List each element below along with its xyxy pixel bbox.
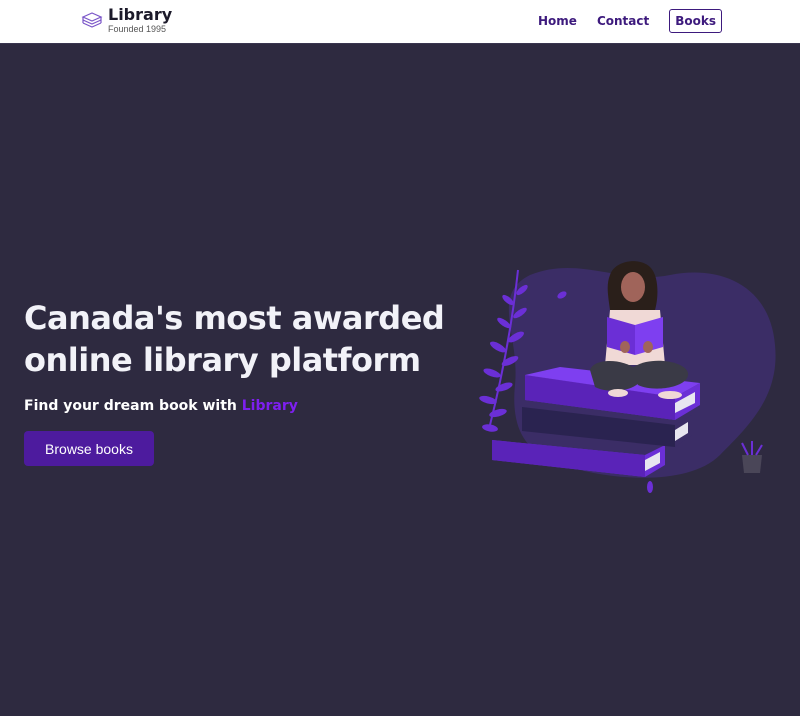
brand[interactable]: Library Founded 1995 xyxy=(80,6,172,34)
hero-title: Canada's most awarded online library pla… xyxy=(24,299,445,379)
browse-books-button[interactable]: Browse books xyxy=(24,431,154,466)
nav-link-contact[interactable]: Contact xyxy=(597,10,649,32)
nav-links: Home Contact Books xyxy=(518,9,722,33)
books-stack-icon xyxy=(81,12,103,28)
hero-subtitle-text: Find your dream book with xyxy=(24,398,242,414)
nav-link-books[interactable]: Books xyxy=(669,9,722,33)
navbar: Library Founded 1995 Home Contact Books xyxy=(0,0,800,44)
nav-link-home[interactable]: Home xyxy=(538,10,577,32)
brand-tagline: Founded 1995 xyxy=(108,24,167,34)
hero-subtitle-brand: Library xyxy=(241,398,298,414)
reading-woman-illustration xyxy=(479,261,776,493)
potted-plant xyxy=(741,441,763,473)
hero-subtitle: Find your dream book with Library xyxy=(24,398,298,414)
brand-name: Library xyxy=(108,5,173,24)
